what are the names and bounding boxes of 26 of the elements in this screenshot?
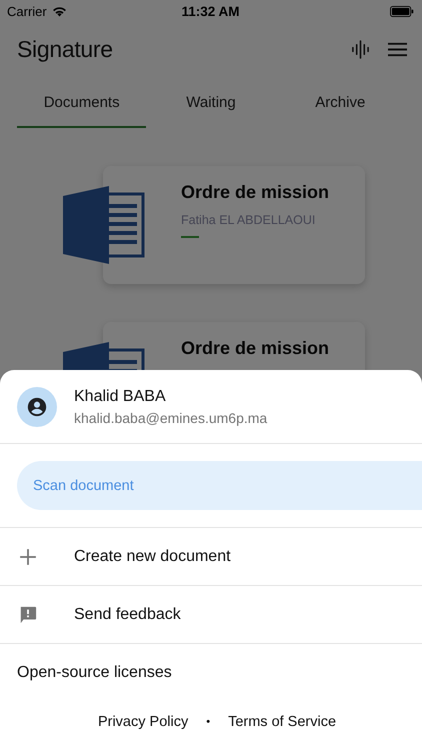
waveform-icon[interactable]: [351, 40, 370, 58]
menu-item[interactable]: Send feedback: [0, 586, 422, 643]
document-card[interactable]: Ordre de mission Fatiha EL ABDELLAOUI: [103, 166, 365, 284]
carrier-label: Carrier: [7, 4, 47, 18]
feedback-icon: [19, 606, 37, 624]
battery-icon: [390, 6, 414, 16]
app-title: Signature: [17, 36, 113, 62]
menu-item[interactable]: Create new document: [0, 528, 422, 585]
tab[interactable]: Documents: [17, 78, 146, 128]
tab[interactable]: Archive: [276, 78, 405, 128]
document-title: Ordre de mission: [181, 338, 330, 359]
plus-icon: [19, 548, 37, 566]
separator-dot: •: [206, 716, 210, 728]
document-title: Ordre de mission: [181, 182, 330, 203]
footer-link[interactable]: Privacy Policy: [98, 714, 188, 730]
person-icon: [26, 396, 48, 418]
clock-time: 11:32 AM: [181, 4, 240, 18]
account-email: khalid.baba@emines.um6p.ma: [74, 410, 268, 426]
footer-link[interactable]: Terms of Service: [228, 714, 336, 730]
licenses-link[interactable]: Open-source licenses: [17, 664, 172, 681]
wifi-icon: [52, 6, 67, 16]
document-author: Fatiha EL ABDELLAOUI: [181, 213, 316, 227]
account-name: Khalid BABA: [74, 388, 167, 406]
tab[interactable]: Waiting: [146, 78, 276, 128]
status-line: [181, 236, 199, 238]
document-icon: [63, 186, 145, 264]
